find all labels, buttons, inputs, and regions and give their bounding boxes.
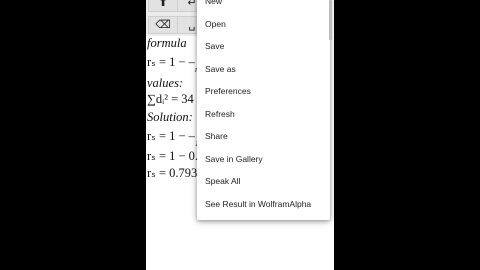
doc-line-sum: ∑dᵢ² = 34: [147, 92, 194, 106]
menu-item-save-as[interactable]: Save as: [197, 58, 330, 81]
scrollbar[interactable]: [329, 0, 332, 40]
formula-expression: rₛ = 1 − –: [147, 55, 195, 69]
step-1-expression: rₛ = 1 − –: [147, 129, 195, 143]
doc-line-formula: formula: [147, 36, 187, 50]
doc-line-step-3: rₛ = 0.793: [147, 166, 198, 180]
doc-line-formula-expression: rₛ = 1 − –n: [147, 54, 199, 74]
menu-item-save[interactable]: Save: [197, 35, 330, 58]
doc-line-values: values:: [147, 76, 184, 90]
menu-item-new[interactable]: New: [197, 0, 330, 13]
menu-item-open[interactable]: Open: [197, 13, 330, 36]
arrow-up-key[interactable]: ⬆: [148, 0, 178, 12]
menu-item-preferences[interactable]: Preferences: [197, 80, 330, 103]
menu-item-refresh[interactable]: Refresh: [197, 103, 330, 126]
menu-item-share[interactable]: Share: [197, 125, 330, 148]
overflow-menu: New Open Save Save as Preferences Refres…: [197, 0, 330, 220]
doc-line-step-1: rₛ = 1 − –1: [147, 128, 199, 148]
doc-line-solution: Solution:: [147, 110, 193, 124]
doc-line-step-2: rₛ = 1 − 0.: [147, 149, 199, 163]
menu-item-speak-all[interactable]: Speak All: [197, 170, 330, 193]
backspace-key[interactable]: ⌫: [148, 16, 178, 34]
menu-item-see-result-wolframalpha[interactable]: See Result in WolframAlpha: [197, 193, 330, 216]
menu-item-save-in-gallery[interactable]: Save in Gallery: [197, 148, 330, 171]
